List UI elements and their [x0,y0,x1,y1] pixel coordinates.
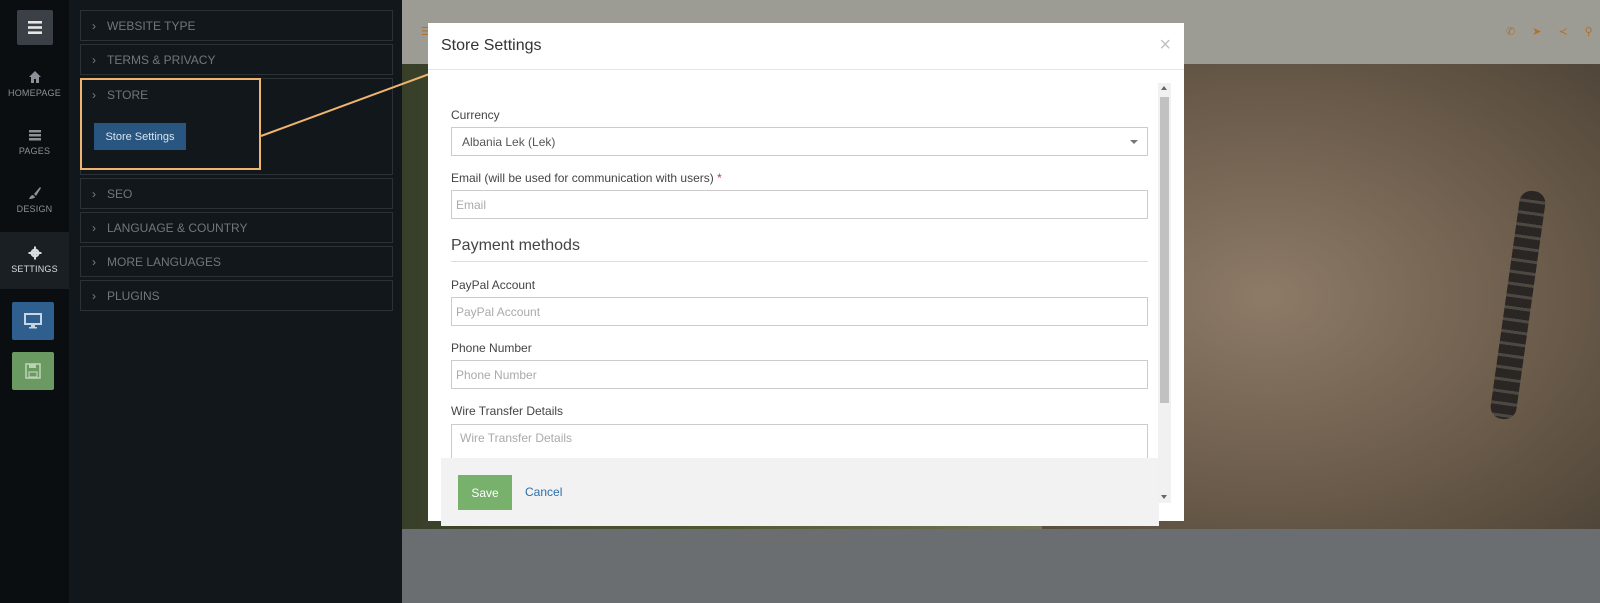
section-website-type[interactable]: › WEBSITE TYPE [80,10,393,41]
required-mark: * [717,171,722,185]
rail-item-label: SETTINGS [11,264,58,274]
share-icon[interactable]: ≺ [1558,25,1567,38]
desktop-icon [24,313,42,329]
email-label-text: Email (will be used for communication wi… [451,171,714,185]
rail-item-homepage[interactable]: HOMEPAGE [0,70,69,127]
hamburger-icon [28,21,42,34]
chevron-right-icon: › [92,288,96,303]
paypal-field[interactable]: PayPal Account [451,297,1148,326]
location-arrow-icon[interactable]: ➤ [1532,25,1541,38]
home-icon [28,71,41,83]
phone-field[interactable]: Phone Number [451,360,1148,389]
save-button[interactable]: Save [458,475,512,510]
save-icon [25,363,41,379]
preview-footer-area [402,529,1600,603]
rail-item-label: PAGES [18,146,51,156]
currency-select[interactable]: Albania Lek (Lek) [451,127,1148,156]
wire-transfer-field[interactable]: Wire Transfer Details [451,424,1148,458]
annotation-highlight-box [80,78,261,170]
email-label: Email (will be used for communication wi… [451,171,722,185]
section-plugins[interactable]: › PLUGINS [80,280,393,311]
chevron-right-icon: › [92,254,96,269]
preview-header-icons: ✆ ➤ ≺ ⚲ [1506,25,1593,38]
chevron-right-icon: › [92,52,96,67]
left-rail: HOMEPAGE PAGES DESIGN SETTINGS [0,0,69,603]
modal-scrollbar[interactable] [1158,83,1171,503]
modal-header: Store Settings × [428,23,1184,70]
hamburger-menu-button[interactable] [17,10,53,45]
section-label: WEBSITE TYPE [107,18,196,33]
section-terms-privacy[interactable]: › TERMS & PRIVACY [80,44,393,75]
section-label: PLUGINS [107,288,160,303]
desktop-preview-button[interactable] [12,302,54,340]
phone-icon[interactable]: ✆ [1506,25,1515,38]
close-icon[interactable]: × [1159,35,1171,55]
chevron-down-icon [1130,140,1138,144]
chevron-right-icon: › [92,186,96,201]
phone-label: Phone Number [451,341,532,355]
rail-item-label: DESIGN [16,204,53,214]
gear-icon [28,246,41,260]
section-label: SEO [107,186,133,201]
scroll-up-icon[interactable] [1161,86,1167,90]
payment-methods-title: Payment methods [451,237,1148,262]
section-more-languages[interactable]: › MORE LANGUAGES [80,246,393,277]
brush-icon [28,187,41,199]
cancel-link[interactable]: Cancel [525,485,562,499]
modal-footer: Save Cancel [441,458,1159,526]
rail-item-pages[interactable]: PAGES [0,128,69,185]
scrollbar-thumb[interactable] [1160,97,1169,403]
modal-title: Store Settings [441,37,542,54]
wire-transfer-label: Wire Transfer Details [451,404,564,418]
chevron-right-icon: › [92,18,96,33]
rail-item-settings[interactable]: SETTINGS [0,232,69,289]
chevron-right-icon: › [92,220,96,235]
rail-item-label: HOMEPAGE [8,88,61,98]
section-label: MORE LANGUAGES [107,254,222,269]
section-language-country[interactable]: › LANGUAGE & COUNTRY [80,212,393,243]
store-settings-modal: Store Settings × Currency Albania Lek (L… [428,23,1184,526]
save-site-button[interactable] [12,352,54,390]
currency-value: Albania Lek (Lek) [462,134,556,149]
search-icon[interactable]: ⚲ [1585,25,1593,38]
email-field[interactable]: Email [451,190,1148,219]
pages-icon [28,130,41,141]
section-label: TERMS & PRIVACY [107,52,216,67]
section-seo[interactable]: › SEO [80,178,393,209]
paypal-label: PayPal Account [451,278,536,292]
currency-label: Currency [451,108,500,122]
section-label: LANGUAGE & COUNTRY [107,220,248,235]
modal-body: Currency Albania Lek (Lek) Email (will b… [441,81,1159,458]
scroll-down-icon[interactable] [1161,495,1167,499]
